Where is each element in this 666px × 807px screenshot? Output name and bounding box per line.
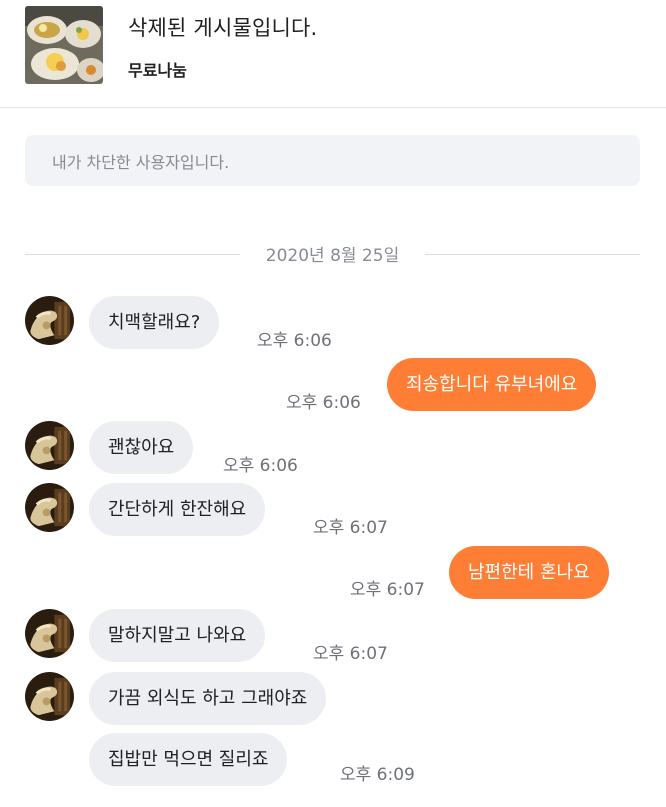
message-bubble-incoming: 치맥할래요? [89,296,220,349]
message-bubble-incoming: 간단하게 한잔해요 [89,483,266,536]
message-bubble-incoming: 말하지말고 나와요 [89,609,266,662]
message-time: 오후 6:06 [286,393,361,413]
message-bubble-outgoing: 죄송합니다 유부녀에요 [387,358,597,411]
chat-header: 삭제된 게시물입니다. 무료나눔 [0,0,666,108]
message-bubble-incoming: 집밥만 먹으면 질리죠 [89,733,288,786]
avatar[interactable] [25,421,74,470]
date-divider-line-right [425,254,640,255]
message-bubble-incoming: 가끔 외식도 하고 그래야죠 [89,672,327,725]
message-time: 오후 6:07 [350,580,425,600]
post-title: 삭제된 게시물입니다. [128,16,318,40]
message-bubble-incoming: 괜찮아요 [89,421,194,474]
message-time: 오후 6:06 [223,456,298,476]
avatar[interactable] [25,672,74,721]
avatar[interactable] [25,483,74,532]
date-divider: 2020년 8월 25일 [265,246,400,266]
date-divider-line-left [25,254,240,255]
message-bubble-outgoing: 남편한테 혼나요 [449,546,609,599]
avatar[interactable] [25,609,74,658]
message-time: 오후 6:09 [340,765,415,785]
message-time: 오후 6:07 [313,518,388,538]
post-thumbnail[interactable] [25,6,103,84]
blocked-user-notice: 내가 차단한 사용자입니다. [25,135,640,186]
message-time: 오후 6:06 [257,331,332,351]
blocked-user-notice-text: 내가 차단한 사용자입니다. [52,153,230,172]
message-time: 오후 6:07 [313,644,388,664]
post-status: 무료나눔 [128,61,187,80]
avatar[interactable] [25,296,74,345]
